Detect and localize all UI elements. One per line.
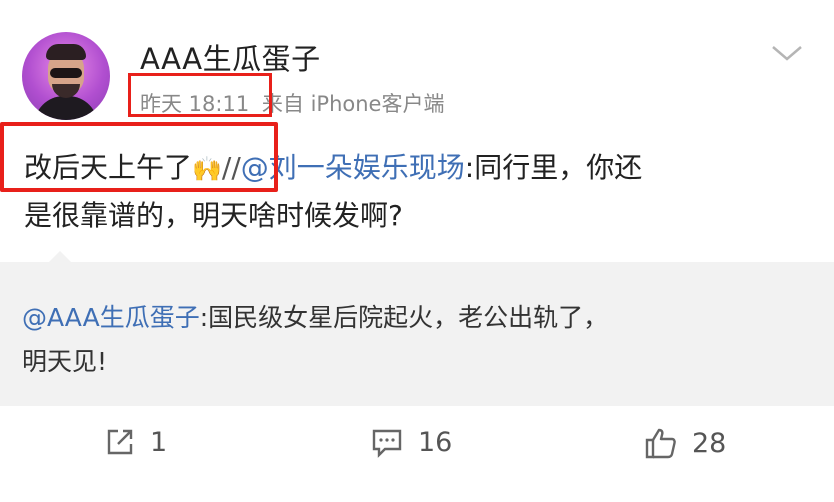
avatar-body <box>34 96 98 120</box>
weibo-post-card: AAA生瓜蛋子 昨天 18:11 来自 iPhone客户端 改后天上午了🙌//@… <box>0 0 834 502</box>
repost-text-rest: :国民级女星后院起火，老公出轨了， <box>199 303 609 332</box>
reposted-content[interactable] <box>0 262 834 406</box>
repost-text-line-2: 明天见! <box>22 347 108 376</box>
repost-text-line-1: @AAA生瓜蛋子:国民级女星后院起火，老公出轨了， <box>22 298 608 334</box>
share-icon <box>107 429 133 455</box>
comment-count: 16 <box>418 426 453 458</box>
comment-icon <box>372 429 402 458</box>
text-highlight-box <box>0 122 278 192</box>
avatar-glasses <box>50 68 82 78</box>
like-icon <box>645 428 676 459</box>
repost-mention-link[interactable]: @AAA生瓜蛋子 <box>22 303 200 332</box>
avatar-hair <box>46 44 86 60</box>
share-count: 1 <box>150 426 168 458</box>
post-text-line-2: 是很靠谱的，明天啥时候发啊? <box>24 199 403 232</box>
action-bar: 1 16 28 <box>0 418 834 478</box>
share-button[interactable]: 1 <box>104 426 167 458</box>
comment-button[interactable]: 16 <box>370 426 452 458</box>
username[interactable]: AAA生瓜蛋子 <box>140 36 321 78</box>
avatar[interactable] <box>22 32 110 120</box>
like-count: 28 <box>692 427 727 459</box>
chevron-down-icon[interactable] <box>770 42 804 64</box>
post-text-rest: :同行里，你还 <box>464 151 643 184</box>
like-button[interactable]: 28 <box>644 426 726 460</box>
time-highlight-box <box>128 73 272 117</box>
post-source: 来自 iPhone客户端 <box>261 92 445 116</box>
